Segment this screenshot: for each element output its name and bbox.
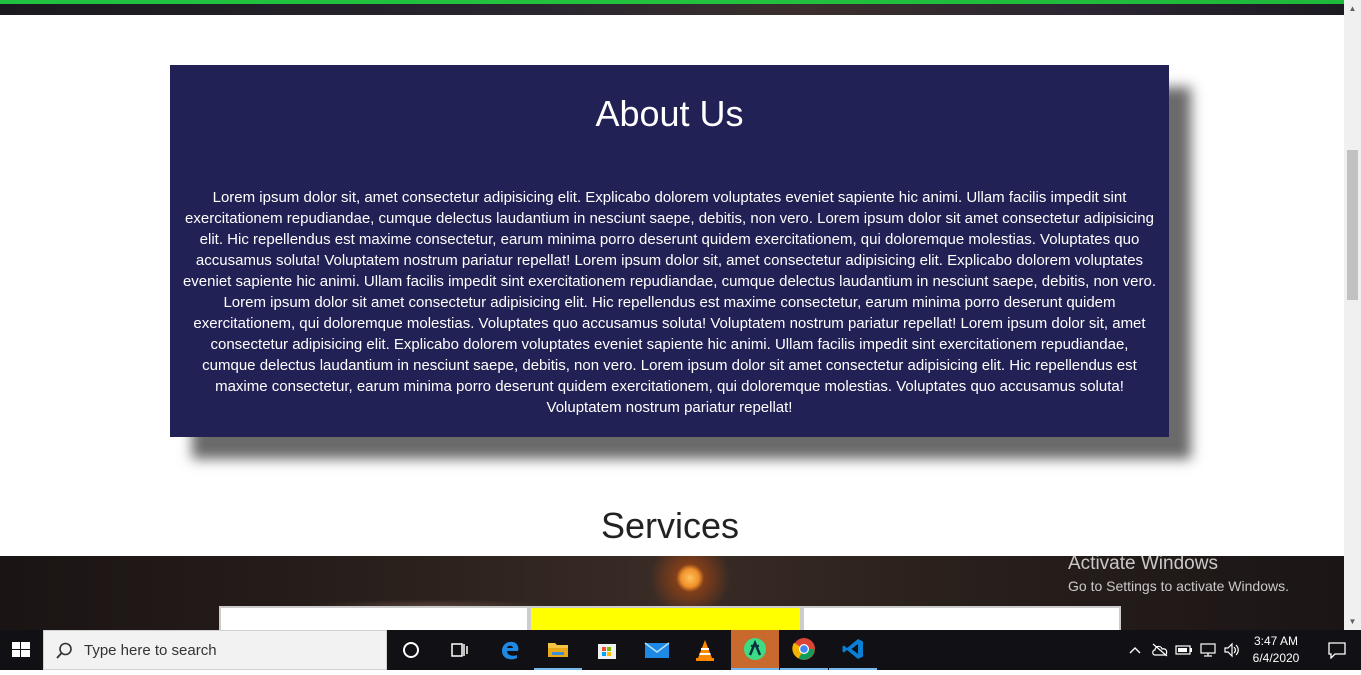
about-text: Lorem ipsum dolor sit, amet consectetur … bbox=[182, 189, 1157, 416]
vertical-scrollbar[interactable]: ▲ ▼ bbox=[1344, 0, 1361, 630]
about-title: About Us bbox=[595, 93, 744, 134]
mail-button[interactable] bbox=[633, 630, 681, 670]
show-hidden-icons-button[interactable] bbox=[1125, 630, 1145, 670]
vscode-button[interactable] bbox=[829, 630, 877, 670]
store-button[interactable] bbox=[583, 630, 631, 670]
file-explorer-button[interactable] bbox=[534, 630, 582, 670]
action-center-button[interactable] bbox=[1313, 630, 1361, 670]
battery-icon bbox=[1175, 645, 1192, 655]
service-card-3[interactable] bbox=[802, 606, 1121, 630]
activate-windows-title: Activate Windows bbox=[1068, 553, 1218, 574]
network-tray[interactable] bbox=[1197, 630, 1219, 670]
scroll-down-arrow-icon[interactable]: ▼ bbox=[1344, 613, 1361, 630]
network-icon bbox=[1200, 643, 1216, 657]
clock-time: 3:47 AM bbox=[1253, 634, 1299, 648]
about-section: About Us Lorem ipsum dolor sit, amet con… bbox=[170, 65, 1169, 437]
vscode-icon bbox=[842, 639, 863, 659]
browser-viewport: About Us Lorem ipsum dolor sit, amet con… bbox=[0, 0, 1344, 630]
vlc-button[interactable] bbox=[681, 630, 729, 670]
android-studio-icon bbox=[744, 638, 766, 660]
windows-logo-icon bbox=[12, 642, 30, 657]
search-icon bbox=[56, 642, 72, 659]
volume-tray[interactable] bbox=[1221, 630, 1243, 670]
activate-windows-subtitle: Go to Settings to activate Windows. bbox=[1068, 578, 1289, 594]
chevron-up-icon bbox=[1129, 647, 1141, 654]
service-card-2[interactable] bbox=[529, 606, 802, 630]
services-title: Services bbox=[600, 505, 740, 546]
start-button[interactable] bbox=[0, 630, 43, 670]
onedrive-tray[interactable] bbox=[1149, 630, 1171, 670]
cortana-button[interactable] bbox=[387, 630, 435, 670]
edge-icon bbox=[502, 641, 519, 660]
activate-windows-watermark: Activate Windows Go to Settings to activ… bbox=[1068, 553, 1289, 595]
battery-tray[interactable] bbox=[1173, 630, 1195, 670]
taskbar-clock[interactable]: 3:47 AM 6/4/2020 bbox=[1245, 633, 1307, 667]
hero-green-accent bbox=[0, 0, 1344, 4]
file-explorer-icon bbox=[548, 643, 568, 657]
android-studio-button[interactable] bbox=[731, 630, 779, 670]
search-placeholder: Type here to search bbox=[84, 642, 217, 659]
service-card-1[interactable] bbox=[219, 606, 529, 630]
cortana-icon bbox=[403, 642, 419, 658]
cloud-offline-icon bbox=[1152, 643, 1168, 657]
scroll-up-arrow-icon[interactable]: ▲ bbox=[1344, 0, 1361, 17]
chrome-icon bbox=[792, 638, 815, 660]
task-view-button[interactable] bbox=[435, 630, 483, 670]
clock-date: 6/4/2020 bbox=[1252, 651, 1300, 665]
scroll-thumb[interactable] bbox=[1347, 150, 1358, 300]
chrome-button[interactable] bbox=[780, 630, 828, 670]
mail-icon bbox=[644, 642, 670, 658]
store-icon bbox=[598, 644, 616, 659]
vlc-icon bbox=[696, 640, 714, 661]
taskbar-search-box[interactable]: Type here to search bbox=[43, 630, 387, 670]
edge-button[interactable] bbox=[486, 630, 534, 670]
windows-taskbar: Type here to search 3:47 AM 6/4/2020 bbox=[0, 630, 1361, 670]
task-view-icon bbox=[451, 643, 468, 657]
notification-icon bbox=[1328, 642, 1346, 659]
speaker-icon bbox=[1224, 642, 1239, 658]
